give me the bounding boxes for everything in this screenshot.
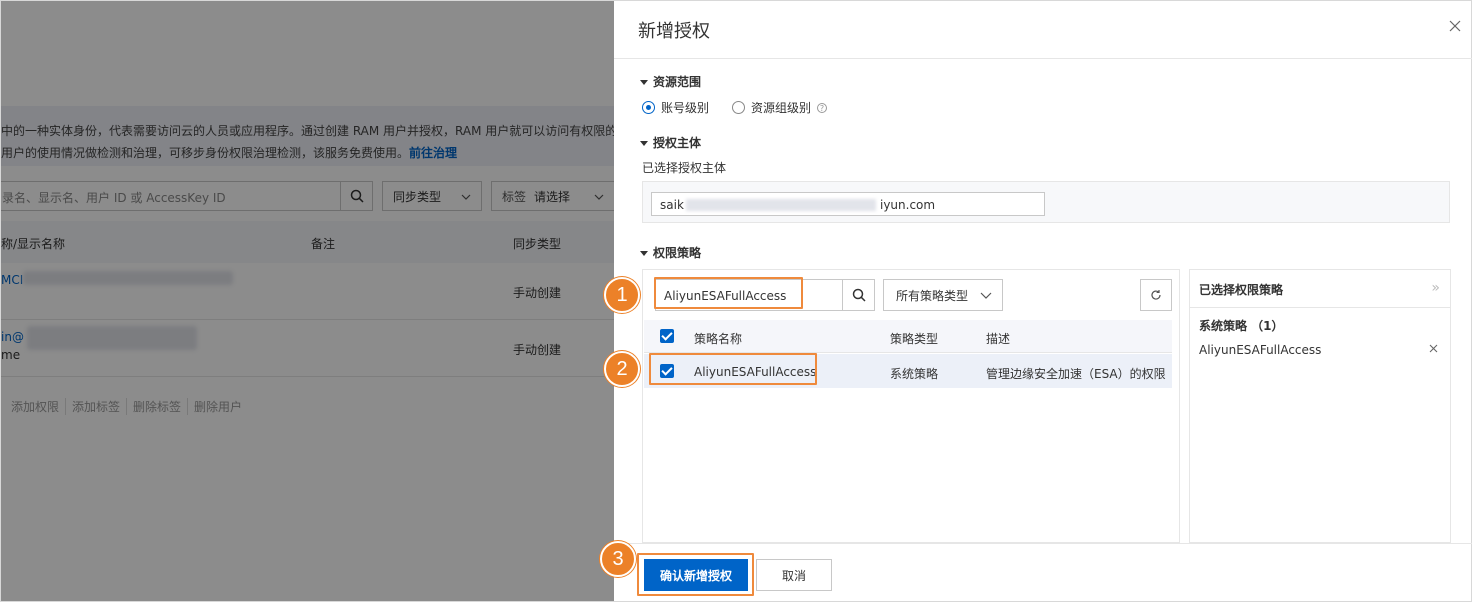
caret-down-icon [640, 141, 648, 146]
selected-policy-item: AliyunESAFullAccess [1199, 343, 1322, 357]
chevron-down-icon [980, 288, 992, 302]
caret-down-icon [640, 80, 648, 85]
caret-down-icon [640, 251, 648, 256]
select-all-checkbox[interactable] [660, 329, 674, 343]
background-page: 中的一种实体身份，代表需要访问云的人员或应用程序。通过创建 RAM 用户并授权，… [0, 0, 614, 602]
radio-label: 资源组级别 [751, 101, 812, 115]
radio-account-level[interactable]: 账号级别 [642, 99, 709, 116]
policy-description: 管理边缘安全加速（ESA）的权限 [986, 367, 1166, 381]
close-icon[interactable] [1429, 342, 1438, 356]
radio-resource-group-level[interactable]: 资源组级别 ? [732, 99, 828, 116]
step-badge-3: 3 [600, 541, 636, 577]
selected-panel-header: 已选择权限策略 » [1190, 270, 1450, 308]
selected-policies-panel: 已选择权限策略 » 系统策略 （1） AliyunESAFullAccess [1189, 269, 1451, 543]
modal-mask[interactable] [1, 1, 614, 601]
policy-type: 系统策略 [890, 367, 939, 381]
resource-scope-title[interactable]: 资源范围 [640, 73, 701, 90]
confirm-button[interactable]: 确认新增授权 [644, 559, 748, 591]
principal-label: 授权主体 [653, 136, 702, 150]
radio-unchecked-icon [732, 101, 745, 114]
drawer-title: 新增授权 [638, 21, 710, 42]
policy-name: AliyunESAFullAccess [694, 365, 817, 379]
table-row[interactable]: AliyunESAFullAccess 系统策略 管理边缘安全加速（ESA）的权… [644, 354, 1172, 388]
refresh-button[interactable] [1140, 279, 1172, 311]
policy-type-value: 所有策略类型 [896, 288, 969, 303]
policy-table-header: 策略名称 策略类型 描述 [644, 320, 1172, 353]
column-policy-type: 策略类型 [890, 332, 939, 346]
principal-value-prefix: saik [660, 198, 684, 212]
policy-search-input[interactable]: AliyunESAFullAccess [655, 279, 875, 311]
step-badge-1: 1 [604, 277, 640, 313]
add-permission-drawer: 新增授权 资源范围 账号级别 资源组级别 ? 授权主体 已选择授权主体 saik… [614, 0, 1472, 602]
selected-group-label: 系统策略 （1） [1199, 319, 1284, 333]
principal-input[interactable]: saik iyun.com [651, 192, 1045, 216]
policy-label: 权限策略 [653, 246, 702, 260]
resource-scope-label: 资源范围 [653, 75, 702, 89]
principal-title[interactable]: 授权主体 [640, 134, 701, 151]
divider [614, 543, 1472, 544]
row-checkbox[interactable] [660, 364, 674, 378]
policy-type-select[interactable]: 所有策略类型 [883, 279, 1003, 311]
policy-search-value: AliyunESAFullAccess [664, 289, 787, 303]
principal-value-suffix: iyun.com [880, 198, 936, 212]
column-policy-name: 策略名称 [694, 332, 743, 346]
double-chevron-right-icon[interactable]: » [1431, 280, 1440, 296]
divider [614, 58, 1472, 59]
redacted-text [686, 199, 876, 211]
step-badge-2: 2 [604, 351, 640, 387]
refresh-icon [1151, 290, 1161, 300]
close-icon[interactable] [1449, 17, 1461, 36]
policy-title[interactable]: 权限策略 [640, 244, 701, 261]
principal-subtitle: 已选择授权主体 [642, 161, 727, 175]
cancel-button[interactable]: 取消 [756, 559, 832, 591]
radio-label: 账号级别 [661, 101, 710, 115]
help-icon[interactable]: ? [817, 102, 828, 113]
selected-panel-title: 已选择权限策略 [1199, 283, 1284, 297]
policy-list-panel: AliyunESAFullAccess 所有策略类型 策略名称 策略类型 描述 … [642, 269, 1180, 543]
radio-checked-icon [642, 101, 655, 114]
principal-area: saik iyun.com [642, 181, 1450, 223]
column-description: 描述 [986, 332, 1011, 346]
search-icon[interactable] [842, 280, 874, 310]
